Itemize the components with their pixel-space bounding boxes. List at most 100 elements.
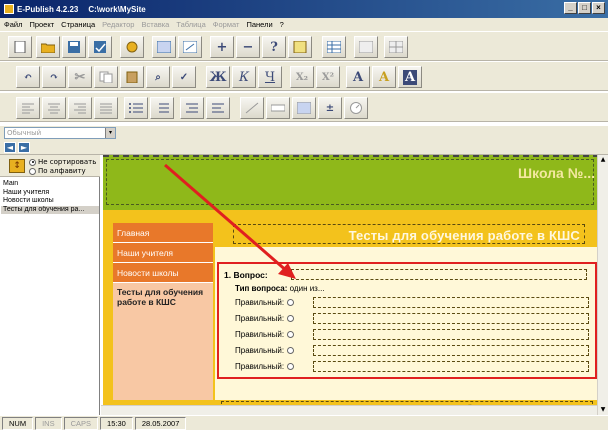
answer-field[interactable] (313, 313, 589, 324)
menu-page[interactable]: Страница (61, 20, 95, 29)
answer-radio[interactable] (287, 347, 295, 354)
radio-unsorted[interactable] (29, 158, 36, 166)
question-text-field[interactable] (291, 269, 587, 280)
bullet-list-button[interactable] (124, 97, 148, 119)
site-menu-news[interactable]: Новости школы (113, 263, 213, 283)
undo-icon: ↶ (23, 71, 33, 83)
italic-button[interactable]: К (232, 66, 256, 88)
clock-button[interactable] (344, 97, 368, 119)
copy-button[interactable] (94, 66, 118, 88)
tree-item-main[interactable]: Main (1, 180, 99, 189)
answer-radio[interactable] (287, 299, 295, 306)
page-title[interactable]: Тесты для обучения работе в КШС (349, 228, 580, 243)
save-button[interactable] (62, 36, 86, 58)
menu-help[interactable]: ? (280, 20, 284, 29)
font-button[interactable]: A (346, 66, 370, 88)
answer-field[interactable] (313, 329, 589, 340)
underline-button[interactable]: Ч (258, 66, 282, 88)
status-time: 15:30 (100, 417, 133, 430)
insert-table-button[interactable] (322, 36, 346, 58)
vertical-scrollbar[interactable]: ▲ ▼ (597, 155, 608, 415)
menu-insert[interactable]: Вставка (141, 20, 169, 29)
align-left-icon (22, 103, 34, 114)
scroll-down-icon[interactable]: ▼ (598, 405, 608, 415)
bold-button[interactable]: Ж (206, 66, 230, 88)
tree-item-tests[interactable]: Тесты для обучения ра... (1, 205, 99, 214)
superscript-button[interactable]: X² (316, 66, 340, 88)
table-cells-button[interactable] (384, 36, 408, 58)
answer-radio[interactable] (287, 363, 295, 370)
special-char-button[interactable]: ± (318, 97, 342, 119)
image-button[interactable] (292, 97, 316, 119)
forward-button[interactable]: ► (18, 142, 30, 153)
help-button[interactable]: ? (262, 36, 286, 58)
paste-button[interactable] (120, 66, 144, 88)
sort-unsorted-option[interactable]: Не сортировать (29, 158, 96, 166)
align-right-button[interactable] (68, 97, 92, 119)
quiz-block[interactable]: 1. Вопрос: Тип вопроса: один из... Прави… (219, 264, 595, 377)
new-page-button[interactable] (8, 36, 32, 58)
preview-button[interactable] (178, 36, 202, 58)
html-button[interactable] (152, 36, 176, 58)
close-button[interactable]: × (592, 2, 605, 14)
site-menu-tests[interactable]: Тесты для обучения работе в КШС (113, 284, 213, 318)
save-all-button[interactable] (88, 36, 112, 58)
menu-project[interactable]: Проект (29, 20, 54, 29)
back-button[interactable]: ◄ (4, 142, 16, 153)
redo-button[interactable]: ↷ (42, 66, 66, 88)
school-title[interactable]: Школа №... (518, 165, 595, 181)
url-button[interactable] (266, 97, 290, 119)
font-bg-button[interactable]: A (398, 66, 422, 88)
site-menu-home[interactable]: Главная (113, 223, 213, 243)
notes-button[interactable] (288, 36, 312, 58)
answer-field[interactable] (313, 345, 589, 356)
site-menu-teachers[interactable]: Наши учителя (113, 243, 213, 263)
wizard-button[interactable] (120, 36, 144, 58)
radio-alpha[interactable] (29, 167, 36, 175)
align-justify-button[interactable] (94, 97, 118, 119)
font-color-button[interactable]: A (372, 66, 396, 88)
outdent-button[interactable] (180, 97, 204, 119)
numbered-list-button[interactable] (150, 97, 174, 119)
site-tree-panel: ↕ Не сортировать По алфавиту Main Наши у… (0, 155, 100, 415)
subscript-button[interactable]: X₂ (290, 66, 314, 88)
tree-item-teachers[interactable]: Наши учителя (1, 189, 99, 198)
answer-radio[interactable] (287, 315, 295, 322)
check-button[interactable]: ✓ (172, 66, 196, 88)
answer-field[interactable] (313, 297, 589, 308)
open-button[interactable] (36, 36, 60, 58)
sort-alpha-option[interactable]: По алфавиту (29, 167, 86, 175)
maximize-button[interactable]: □ (578, 2, 591, 14)
menu-editor[interactable]: Редактор (102, 20, 134, 29)
find-button[interactable]: ⌕ (146, 66, 170, 88)
indent-button[interactable] (206, 97, 230, 119)
minus-icon: − (242, 39, 254, 55)
menu-format[interactable]: Формат (213, 20, 240, 29)
tree-item-news[interactable]: Новости школы (1, 197, 99, 206)
paragraph-style-select[interactable]: Обычный ▾ (4, 127, 116, 139)
scroll-up-icon[interactable]: ▲ (598, 155, 608, 165)
align-center-button[interactable] (42, 97, 66, 119)
question-type: Тип вопроса: один из... (235, 284, 325, 293)
question-type-value[interactable]: один из... (290, 284, 325, 293)
align-left-button[interactable] (16, 97, 40, 119)
chevron-down-icon[interactable]: ▾ (105, 128, 115, 138)
undo-button[interactable]: ↶ (16, 66, 40, 88)
answer-field[interactable] (313, 361, 589, 372)
table-props-button[interactable] (354, 36, 378, 58)
menu-file[interactable]: Файл (4, 20, 22, 29)
minimize-button[interactable]: _ (564, 2, 577, 14)
menu-panels[interactable]: Панели (246, 20, 272, 29)
answer-radio[interactable] (287, 331, 295, 338)
remove-button[interactable]: − (236, 36, 260, 58)
horizontal-scrollbar[interactable] (101, 405, 597, 415)
check-icon: ✓ (179, 71, 189, 83)
sort-icon[interactable]: ↕ (9, 159, 25, 173)
subscript-icon: X₂ (295, 71, 309, 83)
menu-table[interactable]: Таблица (176, 20, 205, 29)
save-icon (68, 41, 80, 53)
add-button[interactable]: + (210, 36, 234, 58)
status-ins: INS (35, 417, 62, 430)
link-button[interactable] (240, 97, 264, 119)
cut-button[interactable]: ✂ (68, 66, 92, 88)
